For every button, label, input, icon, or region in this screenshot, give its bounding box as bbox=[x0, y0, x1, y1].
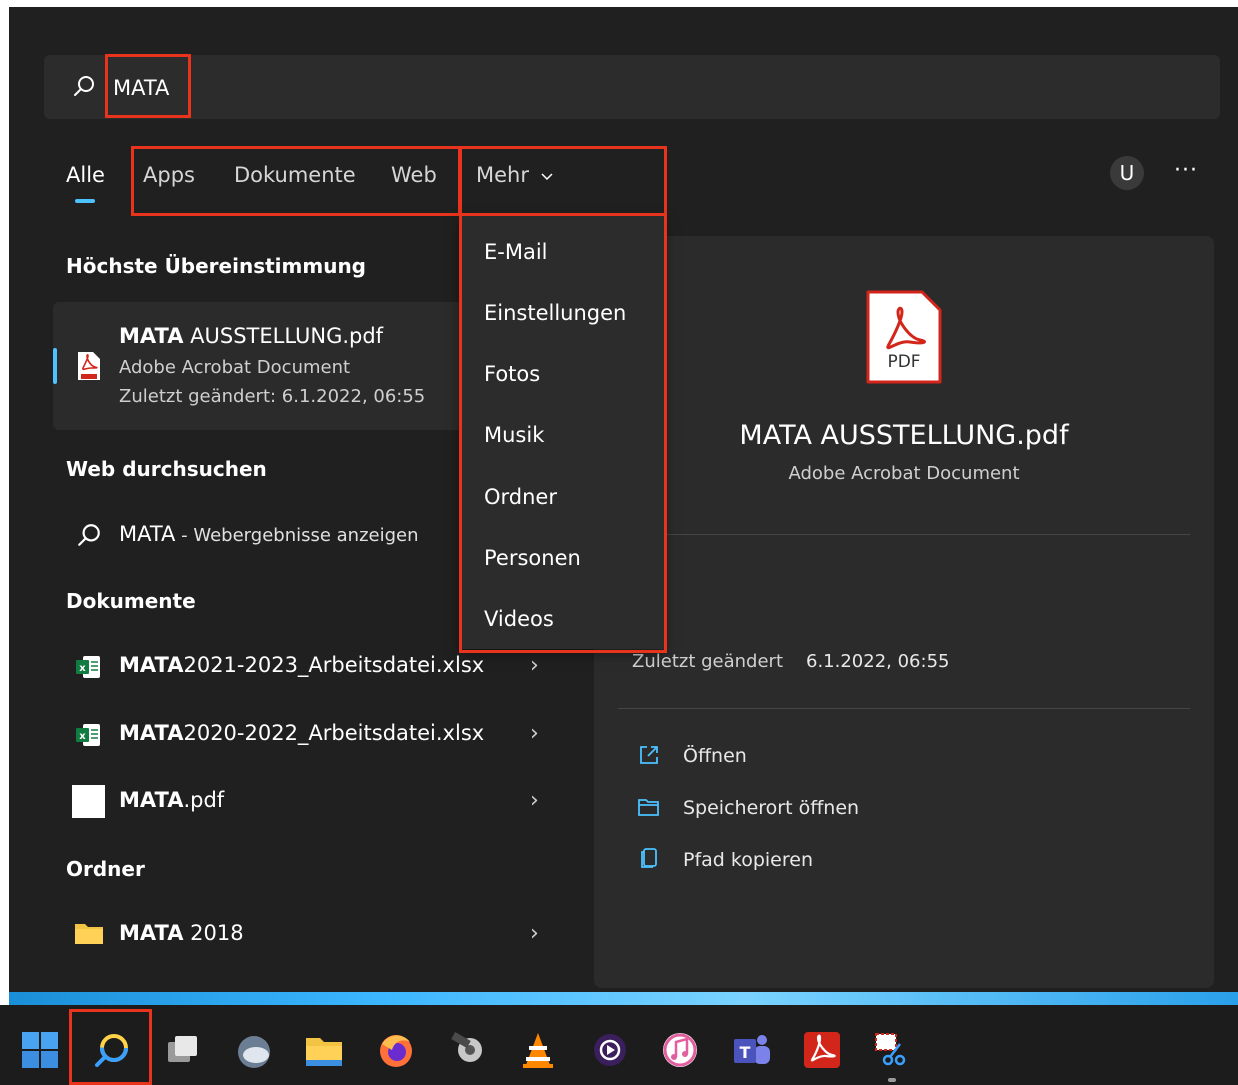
dropdown-highlight bbox=[459, 213, 667, 653]
more-options-icon[interactable]: ··· bbox=[1174, 158, 1198, 183]
folder-icon bbox=[75, 924, 103, 944]
documents-heading: Dokumente bbox=[66, 589, 196, 613]
file-explorer-icon[interactable] bbox=[304, 1030, 344, 1070]
document-name-bold: MATA bbox=[119, 721, 184, 745]
blank-file-icon bbox=[72, 785, 105, 818]
running-app-indicator bbox=[888, 1078, 896, 1082]
search-icon bbox=[78, 524, 100, 546]
divider bbox=[618, 534, 1190, 535]
document-item[interactable]: MATA.pdf bbox=[119, 788, 224, 812]
windows-start-icon[interactable] bbox=[20, 1030, 60, 1070]
preview-title: MATA AUSSTELLUNG.pdf bbox=[739, 420, 1069, 451]
pdf-file-icon bbox=[78, 352, 100, 380]
best-match-title: MATA AUSSTELLUNG.pdf bbox=[119, 324, 383, 348]
tabs-highlight bbox=[131, 146, 461, 216]
folder-open-icon bbox=[638, 799, 659, 816]
teams-icon[interactable]: T bbox=[732, 1030, 772, 1070]
web-search-result[interactable]: MATA - Webergebnisse anzeigen bbox=[119, 522, 419, 546]
task-view-icon[interactable] bbox=[162, 1030, 202, 1070]
search-query-highlight bbox=[105, 54, 191, 118]
search-icon bbox=[74, 76, 94, 96]
chevron-right-icon[interactable]: › bbox=[530, 788, 539, 813]
document-name-rest: 2021-2023_Arbeitsdatei.xlsx bbox=[183, 653, 485, 677]
modified-label: Zuletzt geändert bbox=[632, 651, 783, 672]
svg-text:x: x bbox=[79, 731, 86, 742]
chevron-right-icon[interactable]: › bbox=[530, 921, 539, 946]
open-action[interactable]: Öffnen bbox=[683, 745, 747, 767]
weather-icon[interactable] bbox=[234, 1030, 274, 1070]
folder-item[interactable]: MATA 2018 bbox=[119, 921, 244, 945]
web-query: MATA bbox=[119, 522, 176, 546]
document-name-bold: MATA bbox=[119, 788, 184, 812]
selection-indicator bbox=[53, 348, 57, 384]
itunes-icon[interactable] bbox=[660, 1030, 700, 1070]
document-name-rest: .pdf bbox=[183, 788, 225, 812]
mehr-highlight bbox=[459, 146, 667, 216]
best-match-modified: Zuletzt geändert: 6.1.2022, 06:55 bbox=[119, 386, 426, 407]
web-suffix: - Webergebnisse anzeigen bbox=[175, 525, 419, 546]
divider bbox=[618, 708, 1190, 709]
best-match-title-bold: MATA bbox=[119, 324, 184, 348]
document-name-bold: MATA bbox=[119, 653, 184, 677]
chevron-right-icon[interactable]: › bbox=[530, 653, 539, 678]
user-avatar[interactable]: U bbox=[1110, 156, 1144, 190]
open-external-icon bbox=[640, 746, 658, 764]
web-search-heading: Web durchsuchen bbox=[66, 457, 267, 481]
snipping-tool-icon[interactable] bbox=[872, 1030, 912, 1070]
media-player-icon[interactable] bbox=[590, 1030, 630, 1070]
pdf-badge-label: PDF bbox=[887, 352, 921, 372]
chevron-right-icon[interactable]: › bbox=[530, 721, 539, 746]
copy-path-action[interactable]: Pfad kopieren bbox=[683, 849, 813, 871]
vlc-icon[interactable] bbox=[518, 1030, 558, 1070]
search-box[interactable] bbox=[44, 55, 1220, 119]
document-item[interactable]: MATA2021-2023_Arbeitsdatei.xlsx bbox=[119, 653, 484, 677]
excel-icon: x bbox=[76, 724, 100, 746]
desktop-wallpaper bbox=[9, 992, 1238, 1005]
folder-name-rest: 2018 bbox=[183, 921, 244, 945]
folder-name-bold: MATA bbox=[119, 921, 184, 945]
document-item[interactable]: MATA2020-2022_Arbeitsdatei.xlsx bbox=[119, 721, 484, 745]
best-match-title-rest: AUSSTELLUNG.pdf bbox=[183, 324, 384, 348]
open-location-action[interactable]: Speicherort öffnen bbox=[683, 797, 859, 819]
preview-subtitle: Adobe Acrobat Document bbox=[788, 463, 1020, 484]
copy-icon bbox=[641, 848, 657, 868]
document-name-rest: 2020-2022_Arbeitsdatei.xlsx bbox=[183, 721, 485, 745]
active-tab-indicator bbox=[75, 199, 95, 203]
excel-icon: x bbox=[76, 656, 100, 678]
firefox-icon[interactable] bbox=[376, 1030, 416, 1070]
tab-alle[interactable]: Alle bbox=[66, 163, 105, 187]
taskbar-search-highlight bbox=[69, 1009, 152, 1085]
folders-heading: Ordner bbox=[66, 857, 145, 881]
best-match-type: Adobe Acrobat Document bbox=[119, 357, 351, 378]
video-editor-icon[interactable] bbox=[448, 1030, 488, 1070]
svg-text:x: x bbox=[79, 663, 86, 674]
acrobat-icon[interactable] bbox=[802, 1030, 842, 1070]
best-match-heading: Höchste Übereinstimmung bbox=[66, 254, 366, 278]
modified-value: 6.1.2022, 06:55 bbox=[806, 651, 950, 672]
svg-text:T: T bbox=[740, 1043, 751, 1062]
